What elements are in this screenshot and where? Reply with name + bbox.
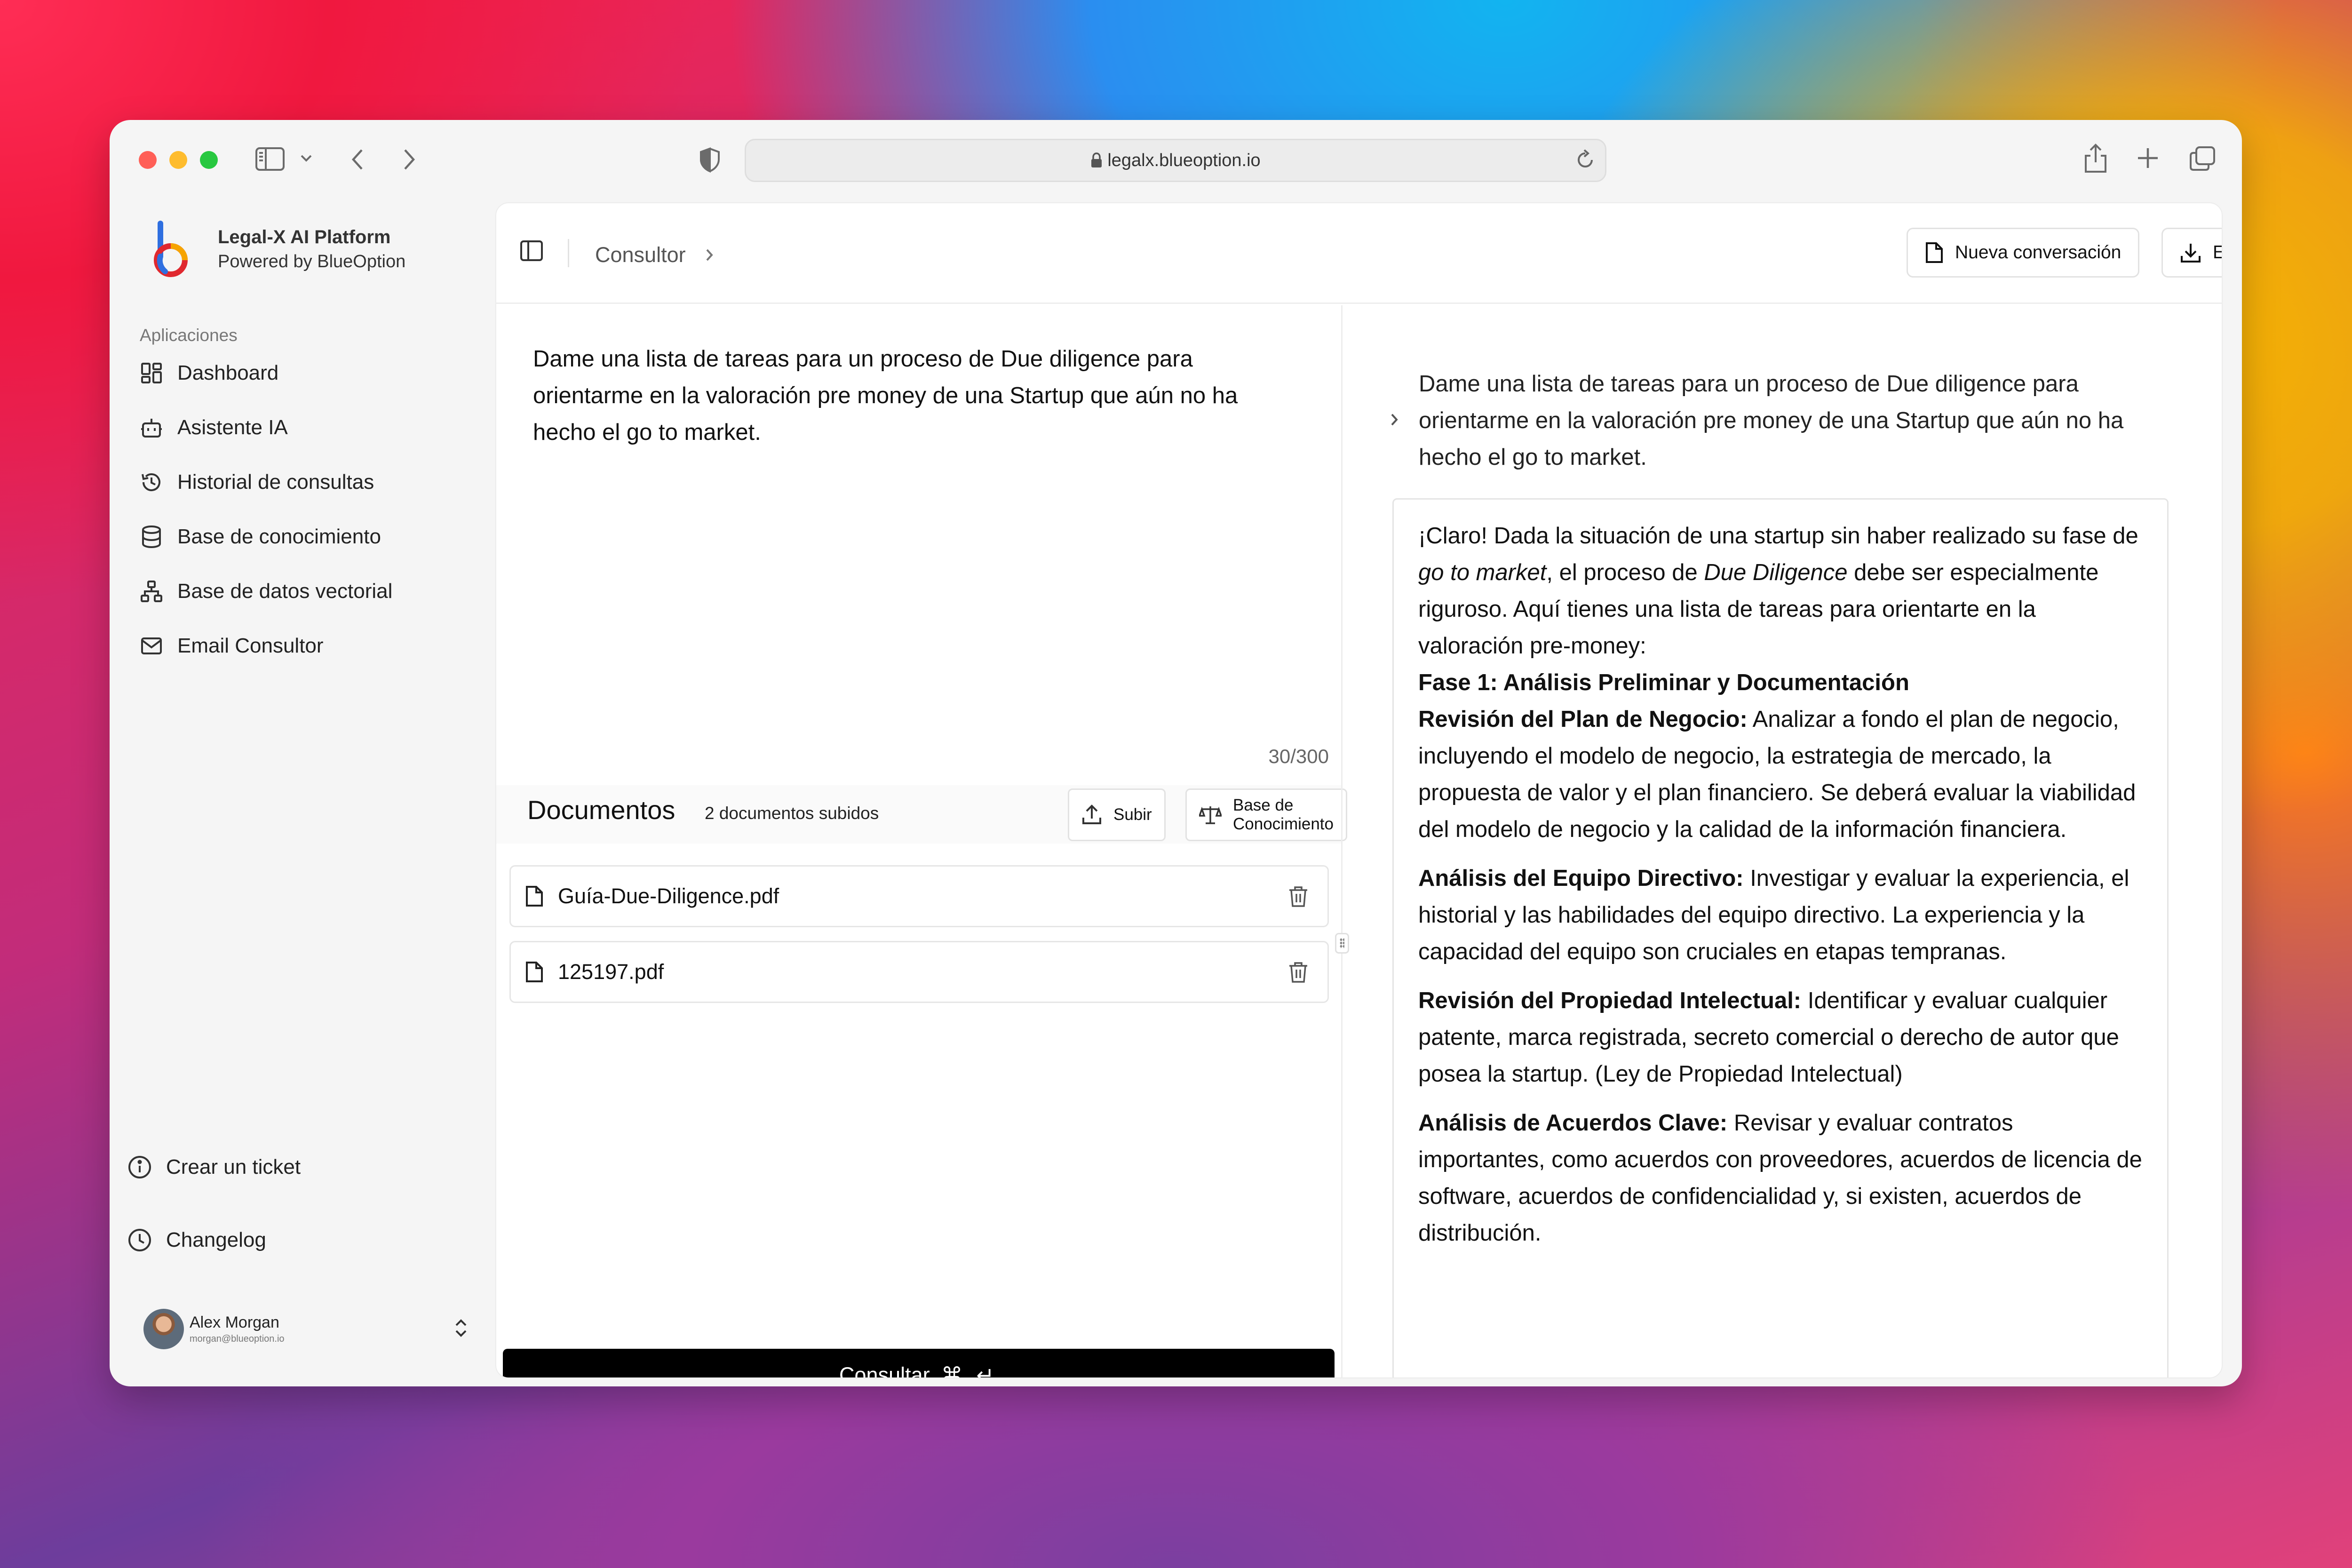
sidebar-item-dashboard[interactable]: Dashboard <box>140 346 392 400</box>
user-name: Alex Morgan <box>190 1313 279 1331</box>
chevron-right-icon[interactable] <box>1390 413 1399 427</box>
user-menu[interactable]: Alex Morgan morgan@blueoption.io <box>143 1305 468 1353</box>
network-icon <box>140 580 163 603</box>
url-text: legalx.blueoption.io <box>1107 150 1261 170</box>
new-tab-plus-icon[interactable] <box>2136 146 2160 170</box>
answer-phase-title: Fase 1: Análisis Preliminar y Documentac… <box>1418 670 1909 695</box>
documents-title: Documentos <box>527 795 675 825</box>
upload-label: Subir <box>1113 805 1152 824</box>
file-name: Guía-Due-Diligence.pdf <box>558 884 779 908</box>
export-label: Exportar <box>2213 242 2222 263</box>
user-question: Dame una lista de tareas para un proceso… <box>1419 371 2124 470</box>
section-label-aplicaciones: Aplicaciones <box>140 326 238 345</box>
trash-icon[interactable] <box>1288 885 1309 908</box>
file-name: 125197.pdf <box>558 960 664 984</box>
sidebar-item-base-conocimiento[interactable]: Base de conocimiento <box>140 509 392 564</box>
user-email: morgan@blueoption.io <box>190 1334 285 1344</box>
forward-arrow-icon[interactable] <box>402 148 416 171</box>
database-icon <box>140 525 163 549</box>
changelog-link[interactable]: Changelog <box>127 1228 266 1252</box>
upload-button[interactable]: Subir <box>1068 788 1166 841</box>
create-ticket-link[interactable]: Crear un ticket <box>127 1155 301 1179</box>
changelog-label: Changelog <box>166 1228 266 1251</box>
prompt-textarea[interactable]: Dame una lista de tareas para un proceso… <box>533 341 1304 451</box>
dashboard-grid-icon <box>140 361 163 385</box>
share-icon[interactable] <box>2084 143 2107 174</box>
scale-balance-icon <box>1199 804 1222 825</box>
character-counter: 30/300 <box>1268 745 1329 767</box>
robot-icon <box>140 416 163 439</box>
reload-icon[interactable] <box>1576 149 1595 174</box>
legalx-logo-icon <box>154 221 188 277</box>
sidebar-item-label: Historial de consultas <box>177 470 374 493</box>
header-separator <box>568 239 569 267</box>
file-icon <box>525 961 544 983</box>
sidebar-item-label: Email Consultor <box>177 634 324 657</box>
sidebar: Legal-X AI Platform Powered by BlueOptio… <box>110 202 495 1386</box>
sidebar-item-base-datos-vectorial[interactable]: Base de datos vectorial <box>140 564 392 619</box>
breadcrumb-item-consultor[interactable]: Consultor <box>595 243 686 267</box>
brand: Legal-X AI Platform Powered by BlueOptio… <box>146 219 405 280</box>
sidebar-item-label: Base de conocimiento <box>177 525 381 548</box>
main-panel: Consultor Nueva conversación Exportar Da <box>495 202 2223 1378</box>
chevron-down-icon[interactable] <box>300 154 312 163</box>
document-icon <box>1925 241 1944 264</box>
consult-label: Consultar <box>839 1363 930 1378</box>
trash-icon[interactable] <box>1288 961 1309 984</box>
brand-tagline: Powered by BlueOption <box>218 252 406 271</box>
answer-item: Revisión del Plan de Negocio: Analizar a… <box>1418 707 2136 842</box>
mail-icon <box>140 634 163 658</box>
knowledge-base-button[interactable]: Base de Conocimiento <box>1185 788 1347 841</box>
file-item[interactable]: Guía-Due-Diligence.pdf <box>509 865 1329 927</box>
privacy-shield-icon[interactable] <box>699 147 721 173</box>
upload-icon <box>1081 804 1102 825</box>
chevron-right-icon <box>705 248 714 262</box>
sidebar-item-asistente-ia[interactable]: Asistente IA <box>140 400 392 455</box>
create-ticket-label: Crear un ticket <box>166 1155 301 1178</box>
info-circle-icon <box>127 1155 152 1179</box>
file-icon <box>525 885 544 907</box>
answer-item: Análisis de Acuerdos Clave: Revisar y ev… <box>1418 1110 2142 1246</box>
keyboard-shortcut: ⌘ ↵ <box>941 1363 998 1378</box>
history-icon <box>140 470 163 494</box>
sidebar-nav: Dashboard Asistente IA Historial de cons… <box>140 346 392 673</box>
sidebar-item-email-consultor[interactable]: Email Consultor <box>140 619 392 673</box>
answer-intro: ¡Claro! Dada la situación de una startup… <box>1418 523 2138 659</box>
assistant-answer: ¡Claro! Dada la situación de una startup… <box>1392 498 2169 1377</box>
panel-toggle-icon[interactable] <box>520 240 543 264</box>
minimize-window-button[interactable] <box>169 151 187 169</box>
browser-window: legalx.blueoption.io Legal-X AI Platform <box>110 120 2242 1386</box>
conversation-pane: Dame una lista de tareas para un proceso… <box>1343 305 2222 1377</box>
consult-button[interactable]: Consultar ⌘ ↵ <box>503 1349 1335 1378</box>
sidebar-item-label: Base de datos vectorial <box>177 580 393 603</box>
answer-item: Análisis del Equipo Directivo: Investiga… <box>1418 866 2130 964</box>
breadcrumb: Consultor <box>595 243 714 267</box>
main-header: Consultor Nueva conversación Exportar <box>496 203 2222 304</box>
download-icon <box>2180 242 2201 263</box>
close-window-button[interactable] <box>139 151 157 169</box>
sidebar-toggle-icon[interactable] <box>255 147 285 171</box>
sidebar-item-label: Asistente IA <box>177 416 288 439</box>
sidebar-item-label: Dashboard <box>177 361 279 384</box>
new-conversation-label: Nueva conversación <box>1955 242 2122 263</box>
file-item[interactable]: 125197.pdf <box>509 941 1329 1003</box>
chevron-up-down-icon[interactable] <box>454 1318 468 1341</box>
tabs-overview-icon[interactable] <box>2189 145 2216 172</box>
clock-icon <box>127 1228 152 1252</box>
brand-name: Legal-X AI Platform <box>218 227 391 247</box>
browser-toolbar: legalx.blueoption.io <box>110 120 2242 202</box>
sidebar-item-historial[interactable]: Historial de consultas <box>140 455 392 509</box>
knowledge-base-label: Base de Conocimiento <box>1233 796 1334 833</box>
avatar <box>143 1309 184 1349</box>
new-conversation-button[interactable]: Nueva conversación <box>1907 228 2140 278</box>
export-button[interactable]: Exportar <box>2161 228 2222 278</box>
back-arrow-icon[interactable] <box>350 148 365 171</box>
maximize-window-button[interactable] <box>200 151 218 169</box>
lock-icon <box>1090 152 1103 168</box>
composer-pane: Dame una lista de tareas para un proceso… <box>496 305 1347 1378</box>
address-bar[interactable]: legalx.blueoption.io <box>745 139 1606 182</box>
answer-item: Revisión del Propiedad Intelectual: Iden… <box>1418 988 2119 1087</box>
documents-count: 2 documentos subidos <box>705 804 879 823</box>
